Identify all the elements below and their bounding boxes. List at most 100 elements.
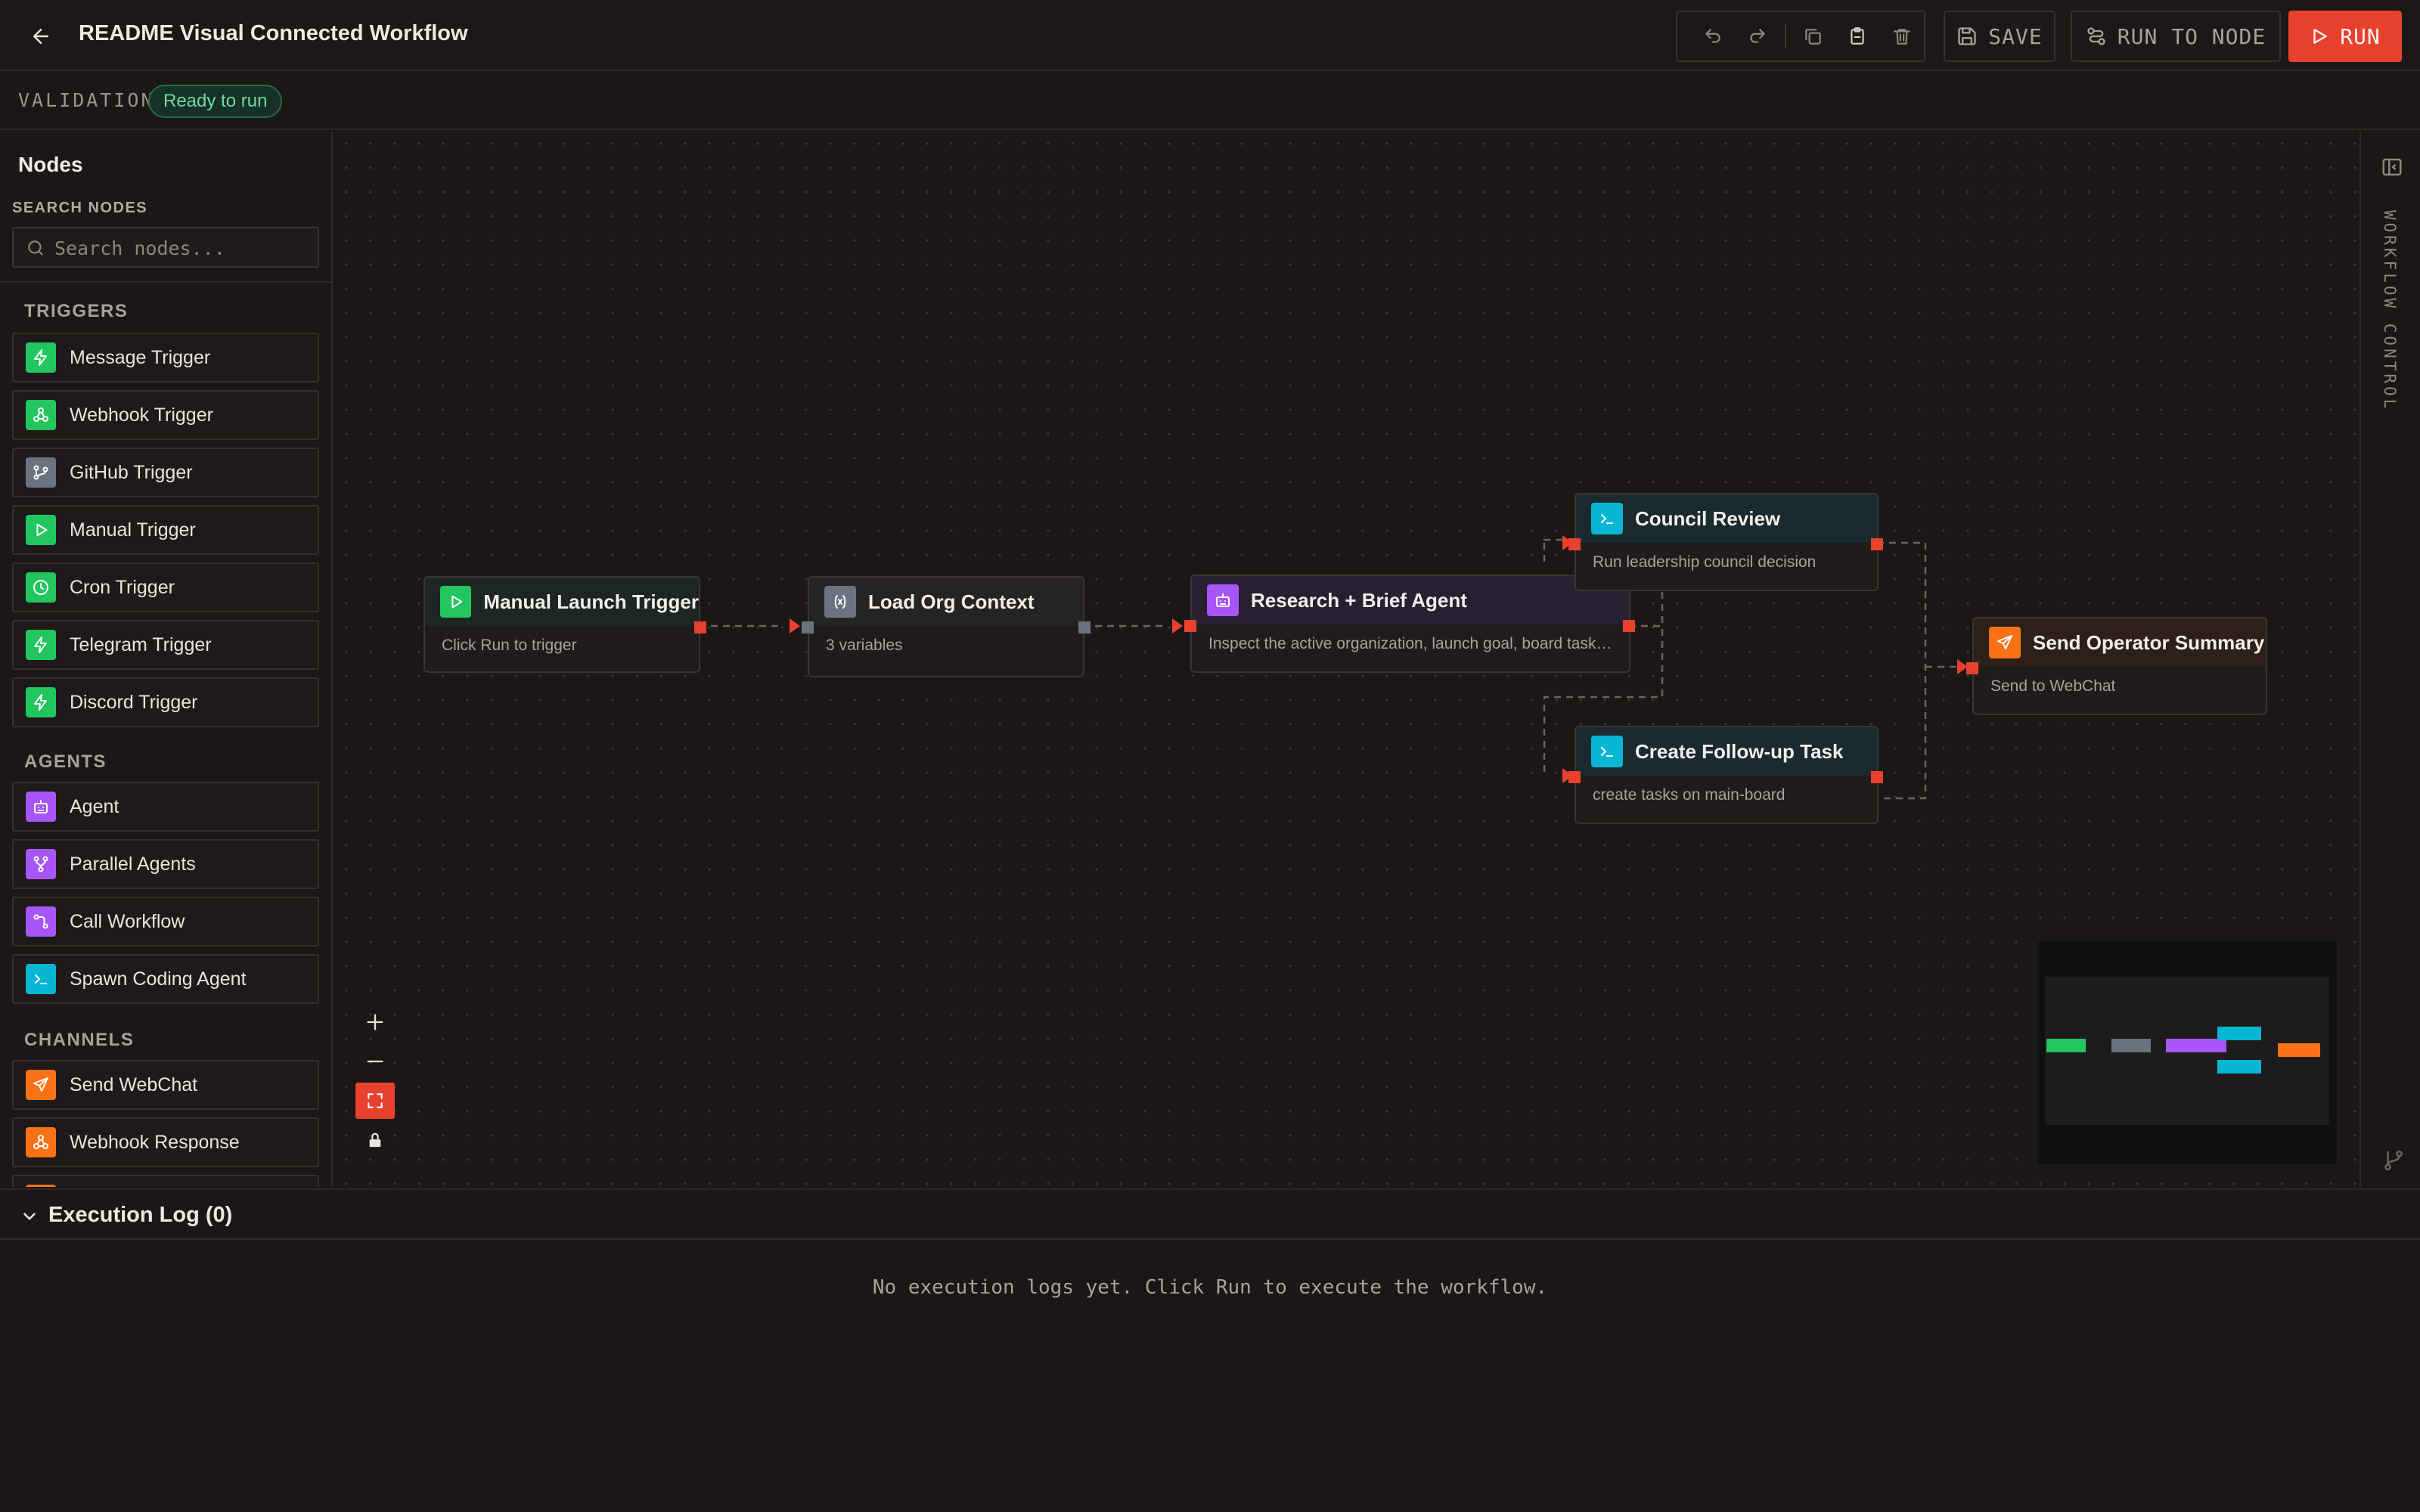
fit-view-icon — [368, 1093, 383, 1108]
palette-item-webhook-trigger[interactable]: Webhook Trigger — [12, 390, 319, 440]
zoom-in-icon — [367, 1014, 383, 1030]
duplicate-button[interactable] — [1791, 14, 1835, 59]
palette-item-label: Cron Trigger — [70, 576, 175, 598]
section-label-agents: AGENTS — [24, 751, 107, 772]
duplicate-icon — [1805, 29, 1821, 45]
arrow-into-agent — [1172, 618, 1183, 634]
node-send-operator-summary[interactable]: Send Operator Summary Send to WebChat — [1966, 617, 2267, 715]
lock-button[interactable] — [355, 1122, 395, 1158]
palette-item-telegram-trigger[interactable]: Telegram Trigger — [12, 620, 319, 670]
section-label-triggers: TRIGGERS — [24, 301, 129, 321]
input-port[interactable] — [1966, 662, 1978, 674]
palette-item-github-trigger[interactable]: GitHub Trigger — [12, 448, 319, 497]
output-port[interactable] — [1623, 620, 1635, 632]
node-research-brief-agent[interactable]: Research + Brief Agent Inspect the activ… — [1184, 575, 1635, 673]
paste-button[interactable] — [1835, 14, 1879, 59]
redo-button[interactable] — [1736, 14, 1780, 59]
input-port[interactable] — [1184, 620, 1196, 632]
paste-icon — [1851, 27, 1864, 45]
output-port[interactable] — [1871, 771, 1883, 783]
palette-item-manual-trigger[interactable]: Manual Trigger — [12, 505, 319, 555]
palette-item-spawn-coding-agent[interactable]: Spawn Coding Agent — [12, 954, 319, 1004]
node-subtitle: Click Run to trigger — [442, 637, 577, 654]
node-council-review[interactable]: Council Review Run leadership council de… — [1568, 493, 1883, 591]
palette-item-send-webchat[interactable]: Send WebChat — [12, 1060, 319, 1110]
delete-button[interactable] — [1879, 14, 1924, 59]
save-button[interactable]: SAVE — [1944, 11, 2055, 62]
palette-item-cron-trigger[interactable]: Cron Trigger — [12, 562, 319, 612]
input-port[interactable] — [1568, 538, 1581, 550]
palette-item-label: Send WebChat — [70, 1074, 198, 1095]
output-port[interactable] — [694, 621, 706, 634]
node-title: Research + Brief Agent — [1251, 588, 1467, 612]
sidebar-divider — [0, 281, 331, 283]
run-label: RUN — [2340, 23, 2381, 49]
run-to-node-button[interactable]: RUN TO NODE — [2071, 11, 2281, 62]
output-port[interactable] — [1078, 621, 1091, 634]
webhook-icon — [26, 400, 56, 430]
terminal-icon — [1591, 503, 1623, 534]
palette-item-call-workflow[interactable]: Call Workflow — [12, 897, 319, 947]
palette-item-label: Telegram Trigger — [70, 634, 212, 655]
validation-status-badge: Ready to run — [148, 85, 283, 118]
palette-item-agent[interactable]: Agent — [12, 782, 319, 832]
minimap-node — [2111, 1039, 2151, 1052]
palette-item-partial[interactable] — [12, 1175, 319, 1187]
node-title: Manual Launch Trigger — [483, 590, 699, 613]
lock-icon — [369, 1132, 381, 1148]
palette-item-label: Discord Trigger — [70, 691, 198, 713]
node-title: Send Operator Summary — [2033, 631, 2265, 654]
variable-icon — [824, 586, 856, 618]
execution-log-empty-message: No execution logs yet. Click Run to exec… — [872, 1276, 1548, 1299]
robot-icon — [1207, 584, 1239, 616]
palette-item-label: Webhook Response — [70, 1131, 240, 1153]
undo-button[interactable] — [1691, 14, 1736, 59]
clock-icon — [26, 572, 56, 603]
search-input[interactable] — [54, 234, 312, 262]
chevron-down-icon — [23, 1213, 36, 1220]
palette-item-parallel-agents[interactable]: Parallel Agents — [12, 839, 319, 889]
palette-item-message-trigger[interactable]: Message Trigger — [12, 333, 319, 383]
send-icon — [1989, 627, 2021, 658]
workflow-title: README Visual Connected Workflow — [79, 21, 468, 45]
play-icon — [440, 586, 472, 618]
trash-icon — [1893, 29, 1910, 45]
node-title: Load Org Context — [868, 590, 1035, 613]
branch-button[interactable] — [2382, 1149, 2405, 1172]
minimap[interactable] — [2036, 939, 2338, 1166]
search-icon — [28, 240, 43, 256]
palette-item-label: Parallel Agents — [70, 853, 196, 875]
input-port[interactable] — [1568, 771, 1581, 783]
terminal-icon — [1591, 736, 1623, 767]
output-port[interactable] — [1871, 538, 1883, 550]
run-to-node-label: RUN TO NODE — [2117, 23, 2266, 49]
palette-item-webhook-response[interactable]: Webhook Response — [12, 1117, 319, 1167]
channel-icon — [26, 1185, 56, 1187]
node-subtitle: create tasks on main-board — [1593, 786, 1786, 804]
execution-log-title: Execution Log (0) — [48, 1203, 233, 1227]
arrow-left-icon — [33, 29, 48, 44]
node-subtitle: Send to WebChat — [1990, 677, 2116, 695]
zoom-out-button[interactable] — [355, 1043, 395, 1080]
panel-toggle-button[interactable] — [2381, 156, 2405, 180]
zoom-in-button[interactable] — [355, 1004, 395, 1040]
workflow-canvas[interactable]: Manual Launch Trigger Click Run to trigg… — [334, 132, 2360, 1187]
execution-log-toggle[interactable]: Execution Log (0) — [0, 1190, 2420, 1240]
minimap-node — [2166, 1039, 2226, 1052]
search-box — [12, 227, 319, 268]
send-icon — [26, 1070, 56, 1100]
workflow-control-label[interactable]: WORKFLOW CONTROL — [2381, 210, 2399, 411]
palette-item-label: Message Trigger — [70, 346, 211, 368]
terminal-icon — [26, 964, 56, 994]
back-button[interactable] — [23, 20, 59, 53]
node-manual-launch-trigger[interactable]: Manual Launch Trigger Click Run to trigg… — [424, 576, 706, 673]
node-title: Create Follow-up Task — [1635, 739, 1844, 763]
node-load-org-context[interactable]: Load Org Context 3 variables — [802, 576, 1091, 677]
toolbar-divider — [1784, 24, 1786, 48]
palette-item-discord-trigger[interactable]: Discord Trigger — [12, 677, 319, 727]
input-port[interactable] — [802, 621, 814, 634]
arrow-into-context — [790, 618, 800, 634]
run-button[interactable]: RUN — [2288, 11, 2402, 62]
node-create-follow-up-task[interactable]: Create Follow-up Task create tasks on ma… — [1568, 726, 1883, 824]
fit-view-button[interactable] — [355, 1083, 395, 1119]
